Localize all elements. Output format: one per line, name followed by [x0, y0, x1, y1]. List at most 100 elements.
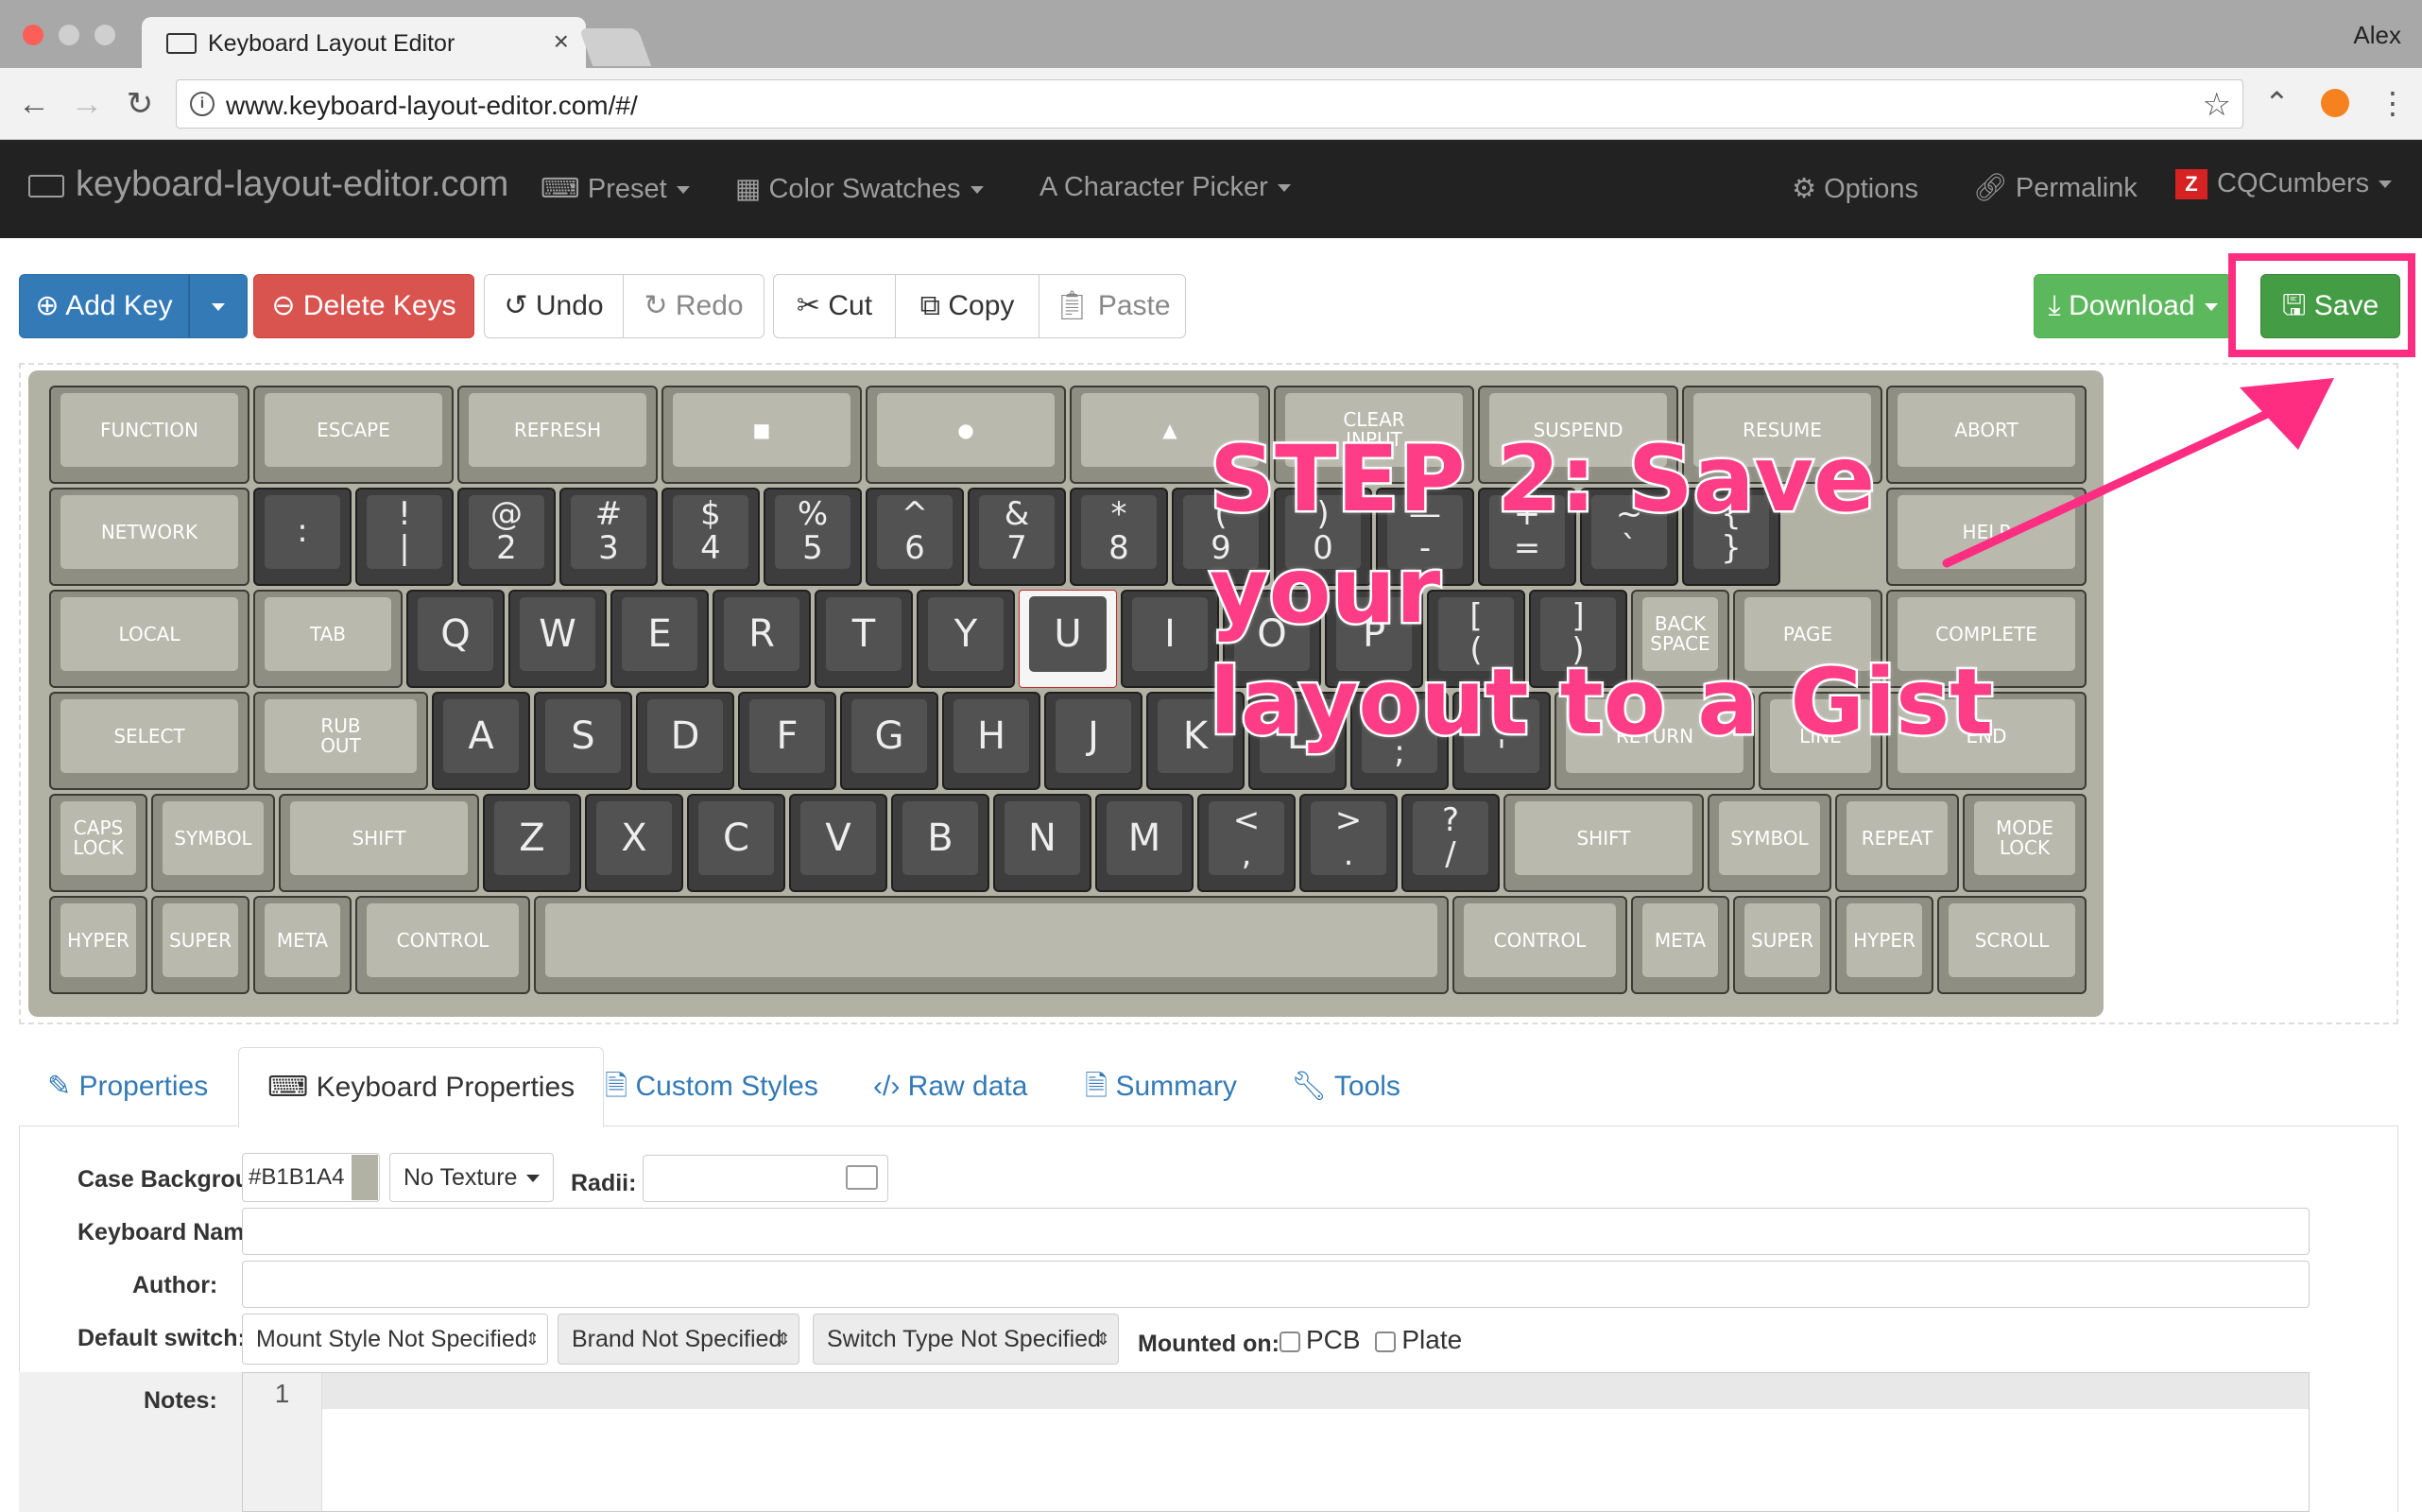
tab-properties[interactable]: ✎ Properties	[47, 1047, 208, 1126]
browser-tab[interactable]: Keyboard Layout Editor ×	[142, 17, 586, 70]
key-x[interactable]: X	[585, 794, 683, 892]
key-tab[interactable]: TAB	[253, 590, 403, 688]
key-escape[interactable]: ESCAPE	[253, 386, 454, 484]
add-key-button[interactable]: ⊕ Add Key	[19, 274, 189, 338]
radii-input[interactable]	[643, 1155, 888, 1202]
key-symbol[interactable]: ■	[661, 386, 862, 484]
key-symbol[interactable]: SYMBOL	[1708, 794, 1831, 892]
key-v[interactable]: V	[789, 794, 887, 892]
brand-select[interactable]: Brand Not Specified ⇕	[558, 1314, 799, 1365]
character-picker-menu[interactable]: A Character Picker	[1039, 172, 1291, 203]
key-caps-lock[interactable]: CAPS LOCK	[49, 794, 147, 892]
key-s[interactable]: S	[534, 692, 632, 790]
notes-active-line[interactable]	[322, 1373, 2309, 1409]
tab-raw-data[interactable]: ‹/› Raw data	[873, 1047, 1027, 1126]
preset-menu[interactable]: ⌨ Preset	[541, 172, 690, 205]
key-u[interactable]: U	[1019, 590, 1117, 688]
key-symbol[interactable]: ●	[866, 386, 1066, 484]
paste-button[interactable]: 📋︎ Paste	[1039, 274, 1186, 338]
key-shift[interactable]: SHIFT	[1503, 794, 1704, 892]
key-c[interactable]: C	[687, 794, 785, 892]
notes-editor[interactable]: 1	[242, 1372, 2310, 1512]
key-meta[interactable]: META	[1631, 896, 1729, 994]
key-symbol[interactable]: SYMBOL	[151, 794, 275, 892]
key-super[interactable]: SUPER	[1733, 896, 1831, 994]
key-7[interactable]: & 7	[968, 488, 1066, 586]
tab-custom-styles[interactable]: 🗎 Custom Styles	[605, 1047, 818, 1126]
key-t[interactable]: T	[815, 590, 913, 688]
bookmark-star-icon[interactable]: ☆	[2203, 86, 2231, 124]
key-f[interactable]: F	[738, 692, 836, 790]
maximize-window-button[interactable]	[94, 25, 115, 45]
case-color-swatch[interactable]	[352, 1155, 378, 1200]
permalink-link[interactable]: 🔗︎ Permalink	[1973, 172, 2138, 204]
address-bar[interactable]: i www.keyboard-layout-editor.com/#/ ☆	[176, 79, 2243, 129]
close-window-button[interactable]	[23, 25, 43, 45]
mount-style-select[interactable]: Mount Style Not Specified ⇕	[242, 1314, 548, 1365]
key-space[interactable]	[534, 896, 1449, 994]
info-icon[interactable]: i	[190, 92, 215, 116]
key-r[interactable]: R	[713, 590, 811, 688]
user-menu[interactable]: Z CQCumbers	[2175, 168, 2393, 200]
key-w[interactable]: W	[508, 590, 607, 688]
id-card-icon[interactable]	[846, 1165, 878, 1190]
back-arrow-icon[interactable]: ←	[15, 85, 53, 123]
key-local[interactable]: LOCAL	[49, 590, 249, 688]
new-tab-button[interactable]	[578, 28, 652, 66]
key-3[interactable]: #3	[559, 488, 658, 586]
undo-button[interactable]: ↺ Undo	[484, 274, 624, 338]
key-j[interactable]: J	[1044, 692, 1142, 790]
plate-checkbox[interactable]	[1375, 1331, 1397, 1352]
key-d[interactable]: D	[636, 692, 734, 790]
extension-icon[interactable]	[2321, 89, 2349, 117]
cut-button[interactable]: ✂ Cut	[773, 274, 896, 338]
key-symbol[interactable]: >.	[1299, 794, 1398, 892]
key-rub-out[interactable]: RUB OUT	[253, 692, 428, 790]
key-z[interactable]: Z	[483, 794, 581, 892]
menu-dots-icon[interactable]: ⋮	[2378, 85, 2408, 121]
add-key-dropdown-toggle[interactable]	[189, 274, 248, 338]
key-2[interactable]: @2	[457, 488, 556, 586]
chevron-up-icon[interactable]: ⌃	[2264, 85, 2290, 121]
key-g[interactable]: G	[840, 692, 938, 790]
key-refresh[interactable]: REFRESH	[457, 386, 658, 484]
key-meta[interactable]: META	[253, 896, 352, 994]
key-hyper[interactable]: HYPER	[1835, 896, 1933, 994]
key-symbol[interactable]: ? /	[1401, 794, 1500, 892]
forward-arrow-icon[interactable]: →	[68, 85, 106, 123]
key-symbol[interactable]: :	[253, 488, 352, 586]
key-function[interactable]: FUNCTION	[49, 386, 249, 484]
tab-tools[interactable]: 🔧︎ Tools	[1291, 1047, 1400, 1126]
key-h[interactable]: H	[942, 692, 1040, 790]
key-5[interactable]: % 5	[764, 488, 862, 586]
key-repeat[interactable]: REPEAT	[1835, 794, 1959, 892]
tab-summary[interactable]: 🗎 Summary	[1085, 1047, 1237, 1126]
color-swatches-menu[interactable]: ▦ Color Swatches	[735, 172, 984, 205]
key-4[interactable]: $4	[661, 488, 760, 586]
texture-dropdown[interactable]: No Texture	[389, 1153, 555, 1202]
key-8[interactable]: * 8	[1070, 488, 1168, 586]
copy-button[interactable]: ⧉ Copy	[895, 274, 1039, 338]
pcb-checkbox[interactable]	[1280, 1331, 1300, 1352]
key-symbol[interactable]: <,	[1197, 794, 1296, 892]
url-text[interactable]: www.keyboard-layout-editor.com/#/	[226, 91, 638, 121]
key-network[interactable]: NETWORK	[49, 488, 249, 586]
key-control[interactable]: CONTROL	[1452, 896, 1627, 994]
download-button[interactable]: ⤓ Download	[2034, 274, 2232, 338]
key-e[interactable]: E	[610, 590, 709, 688]
key-6[interactable]: ^ 6	[866, 488, 964, 586]
brand-link[interactable]: keyboard-layout-editor.com	[28, 164, 508, 205]
key-select[interactable]: SELECT	[49, 692, 249, 790]
options-link[interactable]: ⚙ Options	[1792, 172, 1918, 205]
switch-type-select[interactable]: Switch Type Not Specified ⇕	[813, 1314, 1119, 1365]
delete-keys-button[interactable]: ⊖ Delete Keys	[253, 274, 474, 338]
tab-close-icon[interactable]: ×	[554, 26, 569, 57]
key-n[interactable]: N	[993, 794, 1091, 892]
key-a[interactable]: A	[432, 692, 530, 790]
key-y[interactable]: Y	[917, 590, 1015, 688]
key-shift[interactable]: SHIFT	[279, 794, 479, 892]
key-i[interactable]: I	[1121, 590, 1219, 688]
profile-name[interactable]: Alex	[2353, 21, 2401, 50]
key-q[interactable]: Q	[406, 590, 505, 688]
key-symbol[interactable]: ! |	[355, 488, 454, 586]
